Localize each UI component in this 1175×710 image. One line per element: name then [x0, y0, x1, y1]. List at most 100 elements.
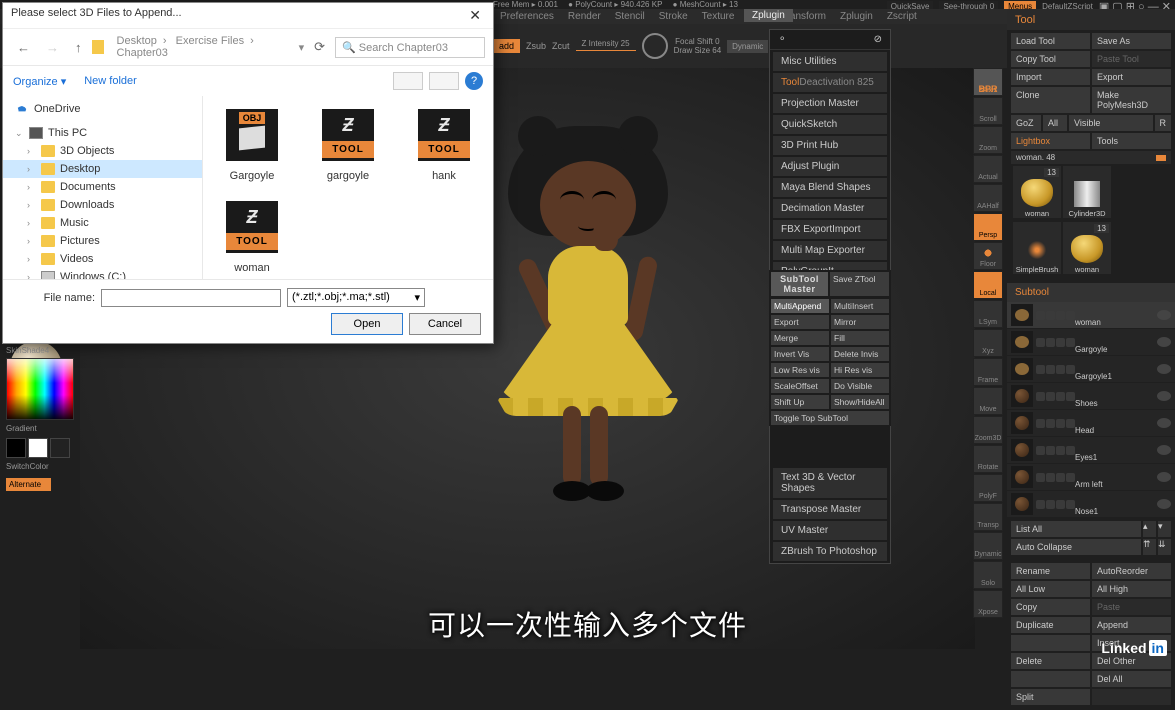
sm-button[interactable]: Hi Res vis	[831, 363, 889, 377]
help-icon[interactable]: ?	[465, 72, 483, 90]
dynamic-button[interactable]: Dynamic	[727, 40, 768, 53]
save-as-button[interactable]: Save As	[1092, 33, 1171, 49]
visibility-icon[interactable]	[1157, 337, 1171, 347]
tree-node[interactable]: ›Desktop	[3, 160, 202, 178]
tree-node[interactable]: ›Videos	[3, 250, 202, 268]
rtb-bpr[interactable]: BPRSPix 3	[973, 68, 1003, 96]
clone-button[interactable]: Clone	[1011, 87, 1090, 113]
rtb-actual[interactable]: Actual	[973, 155, 1003, 183]
zcut-button[interactable]: Zcut	[552, 41, 570, 51]
menu-pin-icon[interactable]: ⚬	[778, 34, 786, 45]
plugin-item[interactable]: 3D Print Hub	[773, 136, 887, 155]
plugin-item[interactable]: Projection Master	[773, 94, 887, 113]
filetype-combo[interactable]: (*.ztl;*.obj;*.ma;*.stl)▾	[287, 288, 425, 307]
nav-up-icon[interactable]: ↑	[69, 38, 88, 57]
visibility-icon[interactable]	[1157, 499, 1171, 509]
st-action[interactable]: Split	[1011, 689, 1090, 705]
tree-node[interactable]: ›Pictures	[3, 232, 202, 250]
tool-tile[interactable]: 13woman	[1063, 222, 1111, 274]
sm-button[interactable]: Mirror	[831, 315, 889, 329]
sm-button[interactable]: MultiAppend	[771, 299, 829, 313]
lightbox-button[interactable]: Lightbox	[1011, 133, 1090, 149]
sm-button[interactable]: Do Visible	[831, 379, 889, 393]
save-ztool-button[interactable]: Save ZTool	[830, 272, 889, 296]
visibility-icon[interactable]	[1157, 310, 1171, 320]
sm-button[interactable]: Export	[771, 315, 829, 329]
subtool-item[interactable]: Gargoyle	[1007, 329, 1175, 355]
auto-collapse-button[interactable]: Auto Collapse	[1011, 539, 1141, 555]
menu-zplugin[interactable]: Zplugin	[744, 9, 793, 22]
breadcrumb[interactable]: Desktop› Exercise Files› Chapter03	[108, 33, 295, 61]
tool-tile[interactable]: 13woman	[1013, 166, 1061, 218]
plugin-item[interactable]: Multi Map Exporter	[773, 241, 887, 260]
plugin-item[interactable]: FBX ExportImport	[773, 220, 887, 239]
sm-button[interactable]: Low Res vis	[771, 363, 829, 377]
rtb-polyf[interactable]: PolyF	[973, 474, 1003, 502]
move-up-icon[interactable]: ⇈	[1143, 539, 1156, 555]
color-picker[interactable]	[6, 358, 74, 420]
rtb-floor[interactable]: Floor	[973, 242, 1003, 270]
copy-tool-button[interactable]: Copy Tool	[1011, 51, 1090, 67]
rtb-frame[interactable]: Frame	[973, 358, 1003, 386]
rtb-local[interactable]: Local	[973, 271, 1003, 299]
visibility-icon[interactable]	[1157, 472, 1171, 482]
plugin-item[interactable]: Transpose Master	[773, 500, 887, 519]
list-all-button[interactable]: List All	[1011, 521, 1141, 537]
tree-node[interactable]: ›Downloads	[3, 196, 202, 214]
rtb-lsym[interactable]: LSym	[973, 300, 1003, 328]
sm-button[interactable]: Fill	[831, 331, 889, 345]
rtb-rotate[interactable]: Rotate	[973, 445, 1003, 473]
plugin-item[interactable]: Maya Blend Shapes	[773, 178, 887, 197]
file-item[interactable]: ƵTOOLhank	[403, 104, 485, 182]
st-action[interactable]: All High	[1092, 581, 1171, 597]
rtb-persp[interactable]: Persp	[973, 213, 1003, 241]
subtool-item[interactable]: Nose1	[1007, 491, 1175, 517]
refresh-icon[interactable]: ⟳	[308, 37, 331, 57]
lightbox-tools[interactable]: Tools	[1092, 133, 1171, 149]
paste-tool-button[interactable]: Paste Tool	[1092, 51, 1171, 67]
subtool-header[interactable]: Subtool	[1007, 283, 1175, 302]
subtool-item[interactable]: Arm left	[1007, 464, 1175, 490]
sm-button[interactable]: ScaleOffset	[771, 379, 829, 393]
file-list[interactable]: OBJGargoyleƵTOOLgargoyleƵTOOLhank ƵTOOLwo…	[203, 96, 493, 279]
rtb-xyz[interactable]: Xyz	[973, 329, 1003, 357]
rtb-zoom[interactable]: Zoom	[973, 126, 1003, 154]
sm-button[interactable]: Toggle Top SubTool	[771, 411, 889, 425]
rtb-transp[interactable]: Transp	[973, 503, 1003, 531]
sm-button[interactable]: Show/HideAll	[831, 395, 889, 409]
visibility-icon[interactable]	[1157, 391, 1171, 401]
sm-button[interactable]: Invert Vis	[771, 347, 829, 361]
import-button[interactable]: Import	[1011, 69, 1090, 85]
open-button[interactable]: Open	[331, 313, 403, 335]
tree-node[interactable]: ›3D Objects	[3, 142, 202, 160]
menu-item[interactable]: Texture	[695, 11, 742, 22]
filename-input[interactable]	[101, 289, 281, 307]
file-item[interactable]: ƵTOOLwoman	[211, 196, 293, 274]
goz-all-button[interactable]: All	[1043, 115, 1067, 131]
load-tool-button[interactable]: Load Tool	[1011, 33, 1090, 49]
dialog-close-button[interactable]: ✕	[465, 7, 485, 24]
menu-item[interactable]: Zscript	[880, 11, 924, 22]
sm-button[interactable]: Delete Invis	[831, 347, 889, 361]
rtb-scroll[interactable]: Scroll	[973, 97, 1003, 125]
file-item[interactable]: OBJGargoyle	[211, 104, 293, 182]
st-action[interactable]: Rename	[1011, 563, 1090, 579]
subtool-item[interactable]: woman	[1007, 302, 1175, 328]
move-down-icon[interactable]: ⇊	[1158, 539, 1171, 555]
down-arrow-icon[interactable]: ▾	[1158, 521, 1171, 537]
visibility-icon[interactable]	[1157, 364, 1171, 374]
menu-close-icon[interactable]: ⊘	[874, 34, 882, 45]
sm-button[interactable]: MultiInsert	[831, 299, 889, 313]
search-input[interactable]: 🔍 Search Chapter03	[335, 37, 485, 58]
new-folder-button[interactable]: New folder	[84, 75, 137, 87]
organize-button[interactable]: Organize ▾	[13, 75, 66, 88]
plugin-item[interactable]: ZBrush To Photoshop	[773, 542, 887, 561]
goz-button[interactable]: GoZ	[1011, 115, 1041, 131]
plugin-item[interactable]: UV Master	[773, 521, 887, 540]
sm-button[interactable]: Shift Up	[771, 395, 829, 409]
tool-slider[interactable]: woman. 48	[1011, 151, 1171, 164]
menu-item[interactable]: Preferences	[493, 11, 561, 22]
subtool-item[interactable]: Head	[1007, 410, 1175, 436]
goz-r-button[interactable]: R	[1155, 115, 1172, 131]
file-item[interactable]: ƵTOOLgargoyle	[307, 104, 389, 182]
